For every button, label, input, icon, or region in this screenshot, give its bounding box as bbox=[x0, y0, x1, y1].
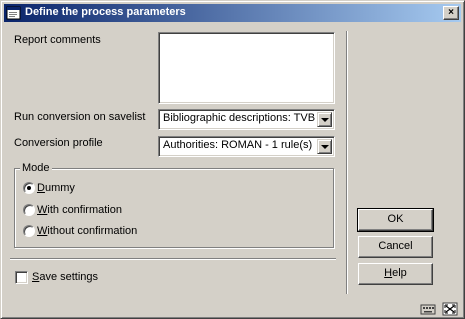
window-title: Define the process parameters bbox=[25, 6, 186, 18]
report-comments-textarea[interactable] bbox=[158, 32, 335, 104]
mode-option-with-confirmation-label[interactable]: With confirmation bbox=[37, 204, 122, 216]
savelist-select[interactable]: Bibliographic descriptions: TVB bbox=[158, 109, 335, 130]
save-settings-label[interactable]: Save settings bbox=[32, 271, 98, 283]
savelist-selected-value: Bibliographic descriptions: TVB bbox=[163, 112, 316, 124]
vertical-divider bbox=[346, 31, 348, 294]
ok-button[interactable]: OK bbox=[357, 208, 434, 232]
close-button[interactable]: × bbox=[443, 6, 459, 20]
cancel-button[interactable]: Cancel bbox=[358, 236, 433, 258]
savelist-label: Run conversion on savelist bbox=[14, 111, 146, 123]
savelist-dropdown-button[interactable] bbox=[317, 112, 332, 127]
title-bar[interactable]: Define the process parameters × bbox=[4, 4, 461, 22]
conversion-profile-label: Conversion profile bbox=[14, 137, 103, 149]
mode-legend: Mode bbox=[20, 162, 52, 174]
resize-grip-icon[interactable] bbox=[442, 302, 458, 316]
conversion-profile-dropdown-button[interactable] bbox=[317, 139, 332, 154]
horizontal-divider bbox=[10, 258, 336, 260]
chevron-down-icon bbox=[321, 118, 329, 122]
save-settings-checkbox[interactable] bbox=[15, 271, 28, 284]
chevron-down-icon bbox=[321, 145, 329, 149]
mode-radio-with-confirmation[interactable] bbox=[23, 204, 35, 216]
report-comments-label: Report comments bbox=[14, 34, 101, 46]
help-button[interactable]: Help bbox=[358, 263, 433, 285]
mode-radio-without-confirmation[interactable] bbox=[23, 225, 35, 237]
close-icon: × bbox=[448, 7, 454, 18]
app-window-icon bbox=[6, 6, 21, 20]
dialog-window: Define the process parameters × Report c… bbox=[0, 0, 465, 319]
conversion-profile-select[interactable]: Authorities: ROMAN - 1 rule(s) bbox=[158, 136, 335, 157]
mode-option-without-confirmation-label[interactable]: Without confirmation bbox=[37, 225, 137, 237]
keyboard-icon[interactable] bbox=[420, 302, 436, 316]
mode-option-dummy-label[interactable]: Dummy bbox=[37, 182, 75, 194]
conversion-profile-selected-value: Authorities: ROMAN - 1 rule(s) bbox=[163, 139, 313, 151]
mode-radio-dummy[interactable] bbox=[23, 182, 35, 194]
radio-selected-dot bbox=[27, 186, 31, 190]
